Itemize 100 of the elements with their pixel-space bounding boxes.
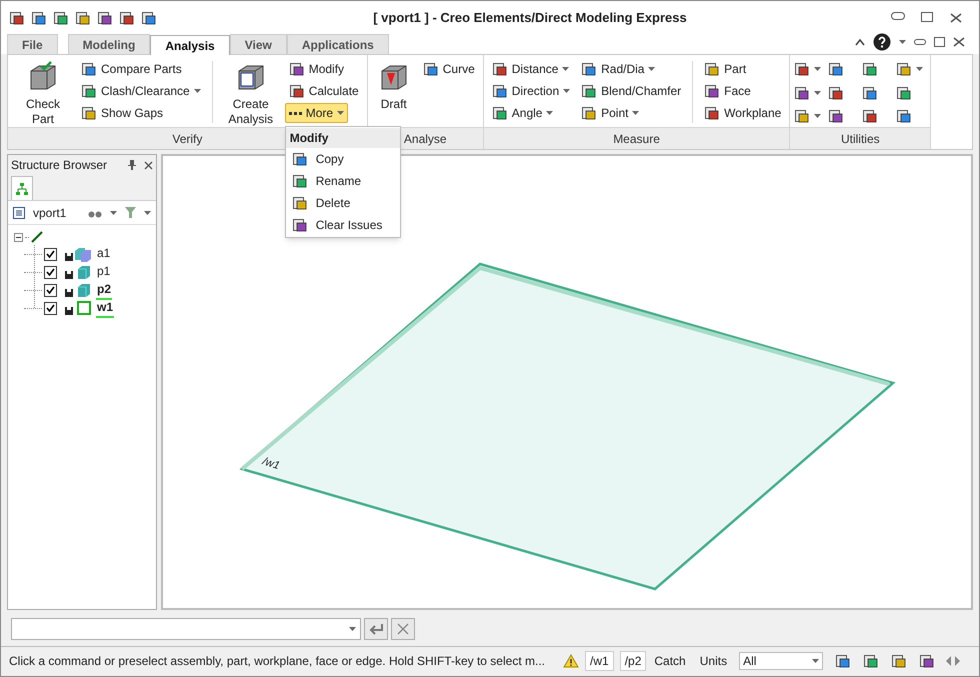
tool-icon bbox=[292, 173, 308, 189]
ribbon-button[interactable]: Angle bbox=[488, 103, 558, 123]
menu-item[interactable]: Rename bbox=[286, 170, 400, 192]
arrows-icon[interactable] bbox=[945, 656, 962, 666]
tool-icon bbox=[581, 105, 598, 121]
tool-icon bbox=[862, 84, 878, 101]
ribbon-button[interactable]: Curve bbox=[418, 59, 479, 79]
filter-select[interactable]: All bbox=[739, 652, 824, 670]
toolbar-button[interactable] bbox=[835, 652, 852, 668]
close-icon bbox=[397, 623, 409, 635]
tool-icon bbox=[97, 10, 113, 26]
help-icon[interactable] bbox=[873, 33, 891, 51]
close-icon[interactable] bbox=[144, 160, 153, 170]
tool-icon bbox=[896, 61, 912, 77]
ribbon-button[interactable]: Rad/Dia bbox=[577, 59, 660, 79]
visibility-checkbox[interactable] bbox=[44, 302, 57, 314]
ribbon-tab[interactable]: Modeling bbox=[68, 34, 150, 54]
toolbar-button[interactable] bbox=[863, 652, 880, 668]
ribbon-button[interactable]: Create Analysis bbox=[220, 57, 282, 127]
toolbar-button[interactable] bbox=[97, 10, 113, 26]
viewport-icon bbox=[13, 206, 25, 218]
ribbon-button[interactable]: Direction bbox=[488, 81, 574, 101]
units-button[interactable]: Units bbox=[694, 652, 734, 670]
ribbon-button[interactable]: Compare Parts bbox=[77, 59, 186, 79]
workplane-field[interactable]: /w1 bbox=[585, 650, 614, 670]
tool-icon bbox=[862, 61, 878, 77]
minimize-button[interactable] bbox=[914, 39, 926, 45]
pin-icon[interactable] bbox=[128, 160, 136, 170]
enter-icon bbox=[368, 623, 384, 635]
panel-title: Structure Browser bbox=[11, 157, 108, 174]
save-icon bbox=[65, 252, 73, 260]
tool-icon bbox=[704, 61, 720, 77]
ribbon-button[interactable]: Face bbox=[700, 81, 755, 101]
save-icon bbox=[65, 270, 73, 278]
warning-icon[interactable] bbox=[563, 654, 579, 668]
visibility-checkbox[interactable] bbox=[44, 284, 57, 296]
ribbon-button[interactable]: Point bbox=[577, 103, 644, 123]
restore-button[interactable] bbox=[934, 37, 945, 47]
menu-item[interactable]: Clear Issues bbox=[286, 214, 400, 236]
dropdown-caret-icon bbox=[916, 67, 924, 71]
tree-label[interactable]: a1 bbox=[96, 244, 112, 264]
tool-icon bbox=[794, 108, 810, 124]
tool-icon bbox=[119, 10, 135, 26]
cancel-button[interactable] bbox=[391, 618, 415, 640]
tree-label[interactable]: w1 bbox=[96, 298, 114, 318]
catch-button[interactable]: Catch bbox=[652, 652, 688, 670]
ribbon-group-label: Utilities bbox=[840, 130, 880, 148]
toolbar-button[interactable] bbox=[75, 10, 91, 26]
ribbon-button[interactable]: Clash/Clearance bbox=[77, 81, 205, 101]
dropdown-caret-icon bbox=[194, 89, 201, 93]
ribbon-tab[interactable]: View bbox=[230, 34, 287, 54]
hierarchy-icon bbox=[15, 182, 29, 194]
menu-item[interactable]: Delete bbox=[286, 192, 400, 214]
close-button[interactable] bbox=[949, 12, 963, 24]
tool-icon bbox=[863, 652, 880, 668]
tool-icon bbox=[704, 83, 720, 99]
collapse-ribbon-icon[interactable] bbox=[855, 38, 865, 46]
tool-icon bbox=[794, 84, 810, 101]
toolbar-button[interactable] bbox=[31, 10, 47, 26]
enter-button[interactable] bbox=[364, 618, 388, 640]
tree-label[interactable]: p2 bbox=[96, 280, 112, 300]
visibility-checkbox[interactable] bbox=[44, 266, 57, 278]
menu-item[interactable]: Copy bbox=[286, 148, 400, 170]
ribbon-button[interactable]: Draft bbox=[372, 57, 416, 127]
ribbon-button[interactable]: Part bbox=[700, 59, 750, 79]
toolbar-button[interactable] bbox=[119, 10, 135, 26]
toolbar-button[interactable] bbox=[53, 10, 69, 26]
tree-view-tab[interactable] bbox=[11, 176, 33, 200]
filter-icon[interactable] bbox=[125, 207, 136, 218]
ribbon-button[interactable]: Modify bbox=[284, 59, 348, 79]
ribbon-button[interactable]: More bbox=[284, 103, 348, 123]
tool-icon bbox=[919, 652, 936, 668]
ribbon-tab[interactable]: Analysis bbox=[150, 35, 230, 55]
ribbon-button[interactable]: Distance bbox=[488, 59, 574, 79]
dropdown-caret-icon bbox=[814, 90, 822, 95]
visibility-checkbox[interactable] bbox=[44, 248, 57, 260]
ribbon-button[interactable]: Check Part bbox=[12, 57, 74, 127]
tree-label[interactable]: p1 bbox=[96, 262, 112, 282]
part-field[interactable]: /p2 bbox=[620, 650, 646, 670]
ribbon-tab[interactable]: Applications bbox=[286, 34, 389, 54]
toolbar-button[interactable] bbox=[891, 652, 908, 668]
save-icon bbox=[65, 306, 73, 314]
minimize-button[interactable] bbox=[891, 12, 905, 20]
ribbon-button[interactable]: Calculate bbox=[284, 81, 363, 101]
toolbar-button[interactable] bbox=[919, 652, 936, 668]
menu-header: Modify bbox=[286, 128, 400, 148]
tool-icon bbox=[828, 61, 844, 77]
ribbon-tab[interactable]: File bbox=[7, 34, 58, 54]
tool-icon bbox=[9, 10, 25, 26]
toolbar-button[interactable] bbox=[141, 10, 157, 26]
ribbon-group-label: Measure bbox=[613, 130, 660, 148]
collapse-toggle[interactable] bbox=[14, 232, 23, 242]
tool-icon bbox=[828, 108, 844, 124]
maximize-button[interactable] bbox=[921, 12, 933, 22]
toolbar-button[interactable] bbox=[9, 10, 25, 26]
ribbon-button[interactable]: Show Gaps bbox=[77, 103, 168, 123]
status-message: Click a command or preselect assembly, part, workplane, face or edge. Hold SHIFT-key to select m... bbox=[9, 652, 546, 670]
ribbon-button[interactable]: Blend/Chamfer bbox=[577, 81, 686, 101]
close-button[interactable] bbox=[953, 37, 965, 47]
ribbon-button[interactable]: Workplane bbox=[700, 103, 786, 123]
